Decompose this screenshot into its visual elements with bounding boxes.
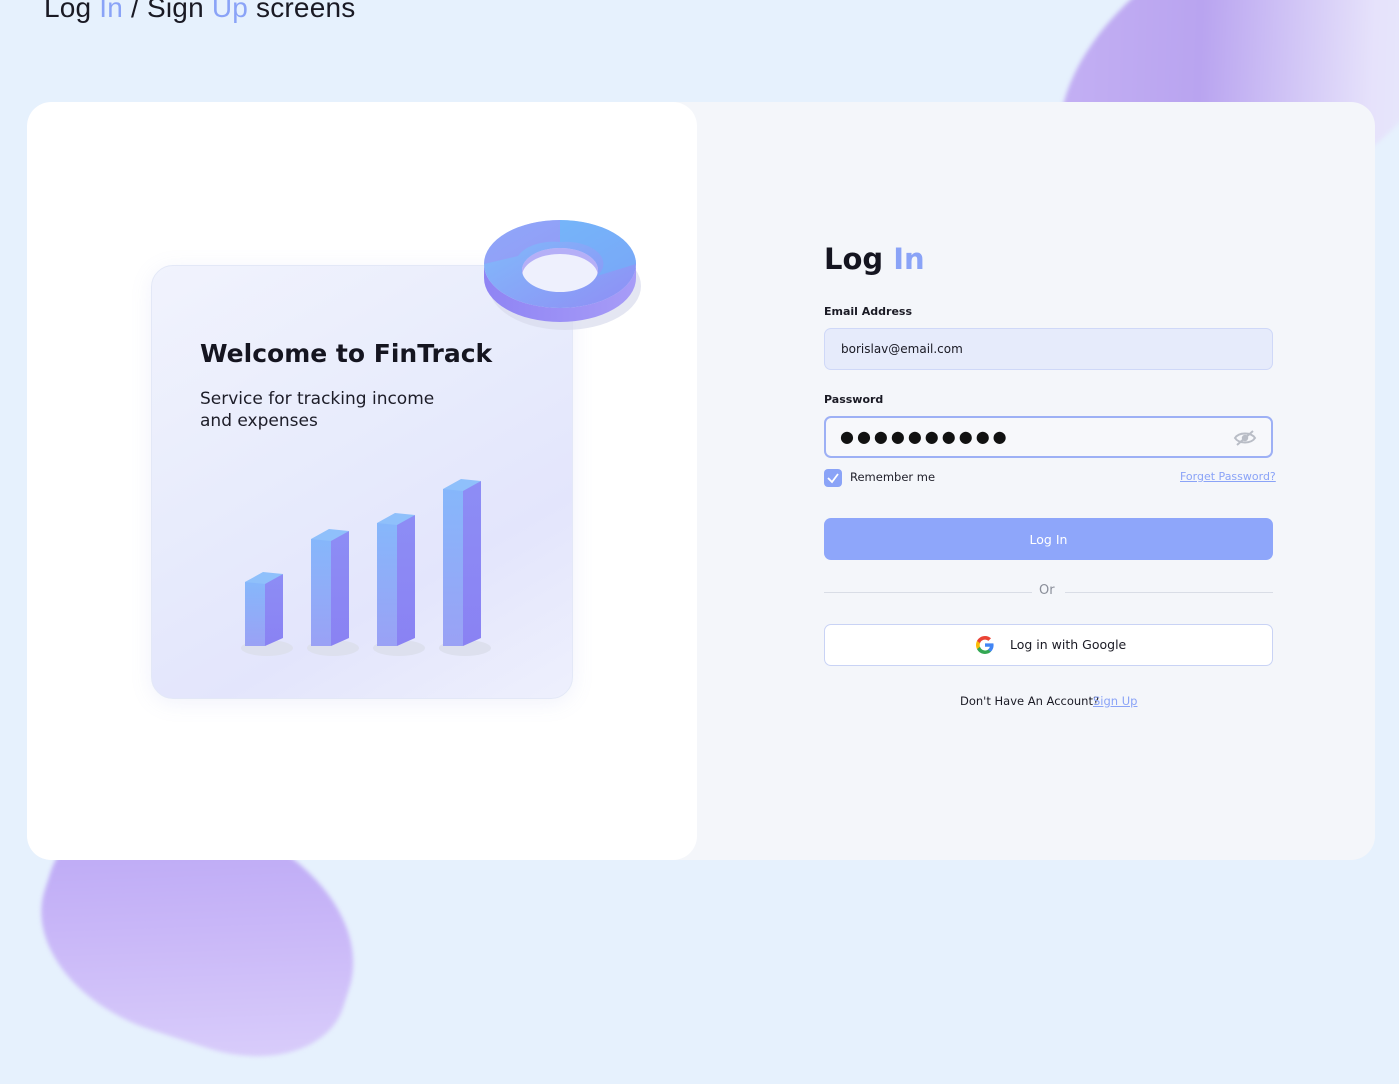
no-account-text: Don't Have An Account? [960,694,1100,708]
welcome-subtitle: Service for tracking income and expenses [200,389,435,431]
password-label: Password [824,393,884,406]
forgot-password-link[interactable]: Forget Password? [1180,470,1276,483]
bar-2 [307,529,359,656]
page-heading: Log In / Sign Up screens [44,0,356,23]
remember-checkbox[interactable] [824,469,842,487]
welcome-title: Welcome to FinTrack [200,339,493,368]
google-login-button[interactable]: Log in with Google [824,624,1273,666]
eye-slash-icon[interactable] [1233,429,1257,451]
login-button[interactable]: Log In [824,518,1273,560]
email-field[interactable] [824,328,1273,370]
bar-3 [373,513,425,656]
signup-link[interactable]: Sign Up [1093,694,1137,708]
check-icon [827,473,839,484]
divider-right [1065,592,1273,593]
divider-left [824,592,1032,593]
bar-chart-illustration [241,479,491,656]
auth-card: Welcome to FinTrack Service for tracking… [27,102,1375,860]
remember-label: Remember me [850,470,936,484]
donut-chart-illustration [484,220,641,330]
divider-or: Or [1039,583,1055,598]
password-value: ●●●●●●●●●● [840,427,1010,446]
email-label: Email Address [824,305,913,318]
bar-4 [439,479,491,656]
google-login-label: Log in with Google [1010,637,1127,652]
password-field[interactable]: ●●●●●●●●●● [824,416,1273,458]
login-title: Log In [824,242,925,276]
bar-1 [241,572,293,656]
google-icon [976,636,994,654]
welcome-pane: Welcome to FinTrack Service for tracking… [27,102,697,860]
